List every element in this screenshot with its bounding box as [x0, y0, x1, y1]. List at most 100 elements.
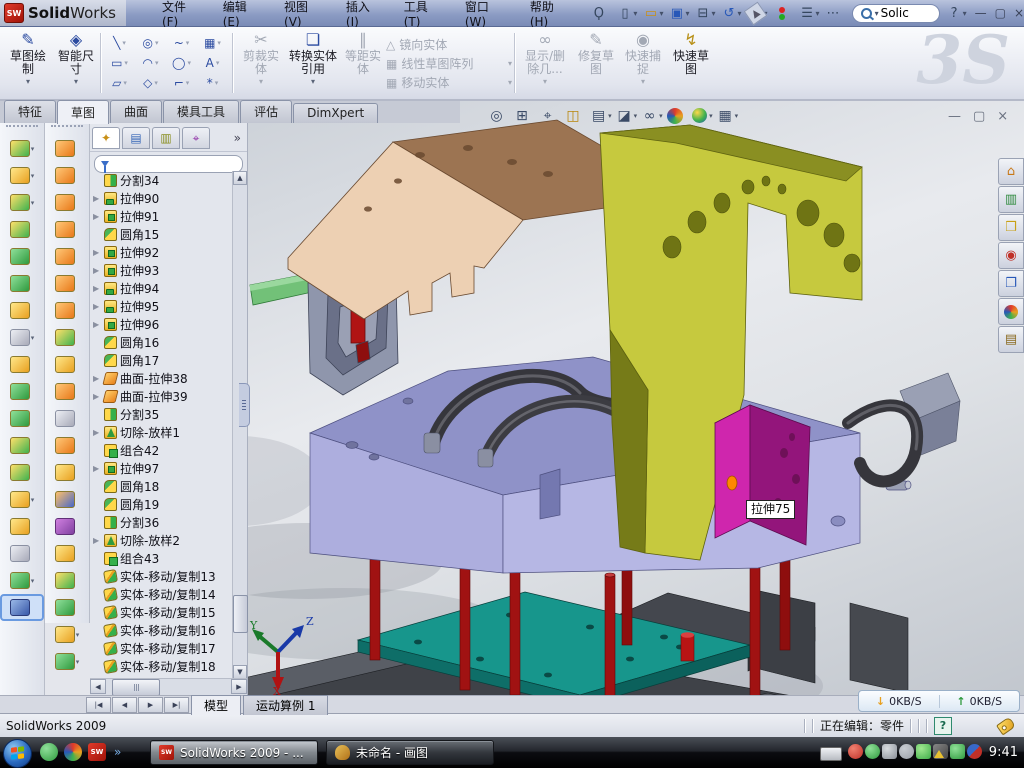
configurationmanager-tab[interactable]: ▥ — [152, 127, 180, 149]
toolbar-icon[interactable]: ▾ — [45, 162, 89, 189]
sketch-entity-button[interactable]: ▦ — [197, 33, 228, 53]
toolbar-icon[interactable]: ▾ — [0, 216, 44, 243]
feature-tree-item[interactable]: ▶ 曲面-拉伸38 — [90, 369, 233, 387]
tray-icon[interactable] — [865, 744, 880, 759]
view-tool-button[interactable]: ⊞ ▾ — [513, 106, 536, 125]
document-tab[interactable]: 模型 — [191, 695, 241, 715]
view-tool-button[interactable]: ◪ ▾ — [615, 106, 638, 125]
expand-arrow-icon[interactable]: ▶ — [93, 464, 101, 473]
3d-model-view[interactable]: Y Z X — [248, 101, 1024, 695]
task-pane-button[interactable]: ▥ — [998, 186, 1024, 213]
panel-splitter-handle[interactable] — [239, 383, 250, 427]
view-tool-button[interactable]: ∞ ▾ — [640, 106, 663, 125]
toolbar-icon[interactable]: ▾ — [0, 486, 44, 513]
sketch-entity-button[interactable]: ▱ — [104, 73, 135, 93]
tray-icon[interactable] — [916, 744, 931, 759]
feature-tree-item[interactable]: ▶ 曲面-拉伸39 — [90, 387, 233, 405]
view-tool-button[interactable]: ◍ ▾ — [690, 106, 713, 125]
feature-tree-item[interactable]: ▶ 实体-移动/复制16 — [90, 621, 233, 639]
restore-button[interactable]: ▢ — [995, 6, 1006, 20]
feature-tree-item[interactable]: ▶ 圆角19 — [90, 495, 233, 513]
tray-icon[interactable] — [882, 744, 897, 759]
task-pane-button[interactable]: ⌂ — [998, 158, 1024, 185]
tab-nav-button[interactable]: ◀ — [112, 697, 137, 713]
tray-icon[interactable] — [933, 744, 948, 759]
toolbar-button[interactable]: ⋯ ▾ — [823, 3, 848, 24]
toolbar-icon[interactable]: ▾ — [45, 486, 89, 513]
toolbar-icon[interactable]: ▾ — [45, 405, 89, 432]
quick-tips-icon[interactable]: ? — [934, 717, 952, 735]
view-tool-button[interactable]: ● ▾ — [666, 107, 688, 125]
task-pane-button[interactable]: ● — [998, 298, 1024, 325]
scroll-left-button[interactable]: ◀ — [90, 679, 106, 694]
doc-restore-button[interactable]: ▢ — [973, 109, 985, 124]
feature-tree-item[interactable]: ▶ 实体-移动/复制15 — [90, 603, 233, 621]
chevron-down-icon[interactable]: ▾ — [685, 9, 689, 18]
toolbar-icon[interactable]: ▾ — [45, 621, 89, 648]
task-pane-button[interactable]: ❒ — [998, 214, 1024, 241]
feature-tree-item[interactable]: ▶ 实体-移动/复制14 — [90, 585, 233, 603]
task-pane-button[interactable]: ❐ — [998, 270, 1024, 297]
feature-tree-item[interactable]: ▶ 拉伸95 — [90, 297, 233, 315]
tab-nav-button[interactable]: ▶| — [164, 697, 189, 713]
toolbar-button[interactable]: ▣ ▾ — [666, 3, 691, 24]
toolbar-icon[interactable]: ▾ — [45, 378, 89, 405]
doc-minimize-button[interactable]: — — [948, 109, 961, 124]
minimize-button[interactable]: — — [975, 6, 987, 20]
chevron-down-icon[interactable]: ▾ — [737, 9, 741, 18]
feature-tree-item[interactable]: ▶ 拉伸92 — [90, 243, 233, 261]
feature-tree-item[interactable]: ▶ 圆角16 — [90, 333, 233, 351]
task-pane-button[interactable]: ▤ — [998, 326, 1024, 353]
more-tabs-chevron[interactable]: » — [234, 131, 245, 145]
expand-arrow-icon[interactable]: ▶ — [93, 212, 101, 221]
toolbar-icon[interactable]: ▾ — [0, 378, 44, 405]
view-tool-button[interactable]: ◫ ▾ — [564, 106, 587, 125]
solidworks-icon[interactable]: SW — [88, 743, 106, 761]
sketch-entity-button[interactable]: ╲ — [104, 33, 135, 53]
search-input[interactable] — [879, 5, 931, 21]
sketch-entity-button[interactable]: ~ — [166, 33, 197, 53]
rapid-sketch-button[interactable]: ↯ 快速草图 — [668, 30, 714, 96]
toolbar-icon[interactable]: ▾ — [0, 459, 44, 486]
toolbar-icon[interactable]: ▾ — [45, 216, 89, 243]
document-tab[interactable]: 运动算例 1 — [243, 695, 328, 715]
feature-tree-item[interactable]: ▶ 切除-放样2 — [90, 531, 233, 549]
scroll-right-button[interactable]: ▶ — [231, 679, 247, 694]
feature-tree-item[interactable]: ▶ 拉伸97 — [90, 459, 233, 477]
doc-close-button[interactable]: × — [997, 109, 1008, 124]
expand-arrow-icon[interactable]: ▶ — [93, 194, 101, 203]
toolbar-button[interactable]: ⊟ ▾ — [692, 3, 717, 24]
chevron-down-icon[interactable]: ▾ — [711, 9, 715, 18]
toolbar-icon[interactable]: ▾ — [45, 459, 89, 486]
dimxpertmanager-tab[interactable]: ⌖ — [182, 127, 210, 149]
feature-tree-item[interactable]: ▶ 圆角18 — [90, 477, 233, 495]
feature-tree-item[interactable]: ▶ 分割36 — [90, 513, 233, 531]
expand-arrow-icon[interactable]: ▶ — [93, 428, 101, 437]
feature-tree-item[interactable]: ▶ 组合43 — [90, 549, 233, 567]
command-tab[interactable]: 模具工具 — [163, 100, 239, 123]
convert-entities-button[interactable]: ❏ 转换实体引用▾ — [288, 30, 338, 96]
tags-icon[interactable] — [996, 716, 1016, 735]
expand-arrow-icon[interactable]: ▶ — [93, 374, 101, 383]
command-tab[interactable]: 评估 — [240, 100, 292, 123]
toolbar-button[interactable]: Ϙ ▾ — [588, 3, 613, 24]
feature-tree-item[interactable]: ▶ 圆角17 — [90, 351, 233, 369]
toolbar-button[interactable]: ▭ ▾ — [640, 3, 665, 24]
toolbar-icon[interactable]: ▾ — [45, 648, 89, 675]
sketch-entity-button[interactable]: ◇ — [135, 73, 166, 93]
sketch-entity-button[interactable]: ⌐ — [166, 73, 197, 93]
view-tool-button[interactable]: ▦ ▾ — [716, 106, 739, 125]
part-magenta-block[interactable] — [715, 405, 810, 545]
sketch-entity-button[interactable]: * — [197, 73, 228, 93]
tray-icon[interactable] — [967, 744, 982, 759]
toolbar-icon[interactable]: ▾ — [0, 189, 44, 216]
toolbar-button[interactable]: ▯ ▾ — [614, 3, 639, 24]
feature-tree-item[interactable]: ▶ 切除-放样1 — [90, 423, 233, 441]
toolbar-icon[interactable]: ▾ — [0, 135, 44, 162]
toolbar-icon[interactable]: ▾ — [0, 297, 44, 324]
view-tool-button[interactable]: ◎ ▾ — [487, 106, 510, 125]
toolbar-icon[interactable]: ▾ — [0, 351, 44, 378]
toolbar-icon[interactable]: ▾ — [45, 297, 89, 324]
toolbar-button[interactable]: ↺ ▾ — [718, 3, 743, 24]
taskbar-window-button[interactable]: SW SolidWorks 2009 - ... — [150, 740, 318, 765]
